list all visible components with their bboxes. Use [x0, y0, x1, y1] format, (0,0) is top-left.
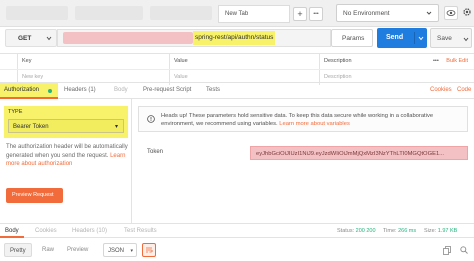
send-divider	[414, 32, 415, 44]
environment-value: No Environment	[343, 10, 390, 17]
size-value: 1.97 KB	[437, 228, 458, 234]
tab-tests[interactable]: Tests	[206, 87, 220, 93]
chevron-down-icon[interactable]	[463, 37, 469, 44]
redacted-tab[interactable]	[6, 6, 68, 20]
redacted-url-host	[63, 32, 193, 44]
preview-button[interactable]: Preview	[67, 243, 88, 257]
url-path: spring-rest/api/authn/status	[195, 34, 274, 41]
save-button[interactable]: Save	[430, 28, 472, 48]
warning-icon	[147, 115, 155, 125]
raw-button[interactable]: Raw	[42, 243, 54, 257]
column-header-key: Key	[22, 58, 32, 64]
size-readout: Size: 1.97 KB	[424, 228, 458, 234]
gear-icon[interactable]	[462, 7, 472, 17]
status-readout: Status: 200 200	[337, 228, 376, 234]
auth-type-select[interactable]: Bearer Token ▾	[8, 119, 124, 133]
time-value: 266 ms	[398, 228, 417, 234]
method-select[interactable]: GET	[5, 29, 57, 47]
column-header-description: Description	[324, 58, 352, 64]
eye-icon[interactable]	[444, 6, 458, 20]
tab-authorization-label: Authorization	[4, 87, 40, 93]
notice-text: Heads up! These parameters hold sensitiv…	[161, 113, 434, 127]
format-select[interactable]: JSON ▾	[103, 243, 137, 257]
tab-test-results[interactable]: Test Results	[124, 228, 157, 234]
format-value: JSON	[108, 247, 125, 254]
method-value: GET	[18, 35, 32, 42]
tab-authorization[interactable]: Authorization	[0, 83, 58, 99]
bulk-edit-link[interactable]: Bulk Edit	[446, 58, 468, 64]
auth-type-section: TYPE Bearer Token ▾	[4, 106, 128, 138]
wrap-lines-icon[interactable]	[142, 243, 156, 257]
preview-request-button[interactable]: Preview Request	[6, 188, 63, 203]
chevron-down-icon	[426, 10, 432, 18]
tab-response-cookies[interactable]: Cookies	[35, 228, 57, 234]
more-options-button[interactable]: •••	[433, 58, 439, 64]
caret-down-icon: ▾	[130, 248, 133, 254]
auth-type-value: Bearer Token	[13, 123, 49, 130]
add-tab-button[interactable]: +	[293, 7, 307, 21]
tab-response-body[interactable]: Body	[5, 228, 19, 234]
learn-more-variables-link[interactable]: Learn more about variables	[279, 121, 350, 127]
tab-new-label: New Tab	[225, 11, 249, 17]
token-label: Token	[147, 149, 164, 155]
tab-headers[interactable]: Headers (1)	[64, 87, 96, 93]
time-readout: Time: 266 ms	[383, 228, 417, 234]
redacted-tab[interactable]	[75, 6, 143, 20]
more-tabs-button[interactable]: •••	[309, 7, 323, 21]
code-link[interactable]: Code	[457, 87, 471, 93]
params-table: Key Value Description ••• Bulk Edit New …	[0, 53, 474, 85]
auth-type-label: TYPE	[8, 109, 23, 115]
response-toolbar: Pretty Raw Preview JSON ▾	[0, 238, 474, 261]
bulk-edit-area: ••• Bulk Edit	[433, 58, 468, 64]
copy-icon[interactable]	[443, 246, 451, 255]
column-header-value: Value	[174, 58, 188, 64]
environment-select[interactable]: No Environment	[336, 4, 439, 22]
send-button[interactable]: Send	[377, 28, 427, 48]
search-icon[interactable]	[460, 246, 468, 254]
chevron-down-icon[interactable]	[418, 36, 424, 43]
params-input-row: New key Value Description	[0, 69, 474, 85]
tab-response-headers[interactable]: Headers (10)	[72, 228, 107, 234]
params-button[interactable]: Params	[331, 29, 373, 47]
status-dot-icon	[48, 89, 52, 93]
pretty-button[interactable]: Pretty	[4, 243, 32, 257]
caret-down-icon: ▾	[114, 124, 118, 130]
redacted-tab[interactable]	[150, 6, 212, 20]
url-path-highlight: spring-rest/api/authn/status	[193, 31, 275, 45]
request-tabs: Headers (1) Body Pre-request Script Test…	[0, 83, 474, 99]
status-value: 200 200	[355, 228, 376, 234]
response-tabs: Body Cookies Headers (10) Test Results S…	[0, 223, 474, 238]
tab-pre-request-script[interactable]: Pre-request Script	[143, 87, 191, 93]
token-value: eyJhbGciOiJIUzI1NiJ9.eyJzdWIiOiJmMjQxMzI…	[256, 150, 445, 157]
chevron-down-icon	[46, 36, 52, 43]
params-header-row: Key Value Description ••• Bulk Edit	[0, 54, 474, 69]
tab-body[interactable]: Body	[114, 87, 128, 93]
auth-description: The authorization header will be automat…	[6, 144, 128, 167]
token-input[interactable]: eyJhbGciOiJIUzI1NiJ9.eyJzdWIiOiJmMjQxMzI…	[250, 146, 468, 160]
sensitive-data-notice: Heads up! These parameters hold sensitiv…	[138, 106, 468, 132]
tab-new[interactable]: New Tab	[218, 5, 290, 23]
cookies-link[interactable]: Cookies	[430, 87, 452, 93]
